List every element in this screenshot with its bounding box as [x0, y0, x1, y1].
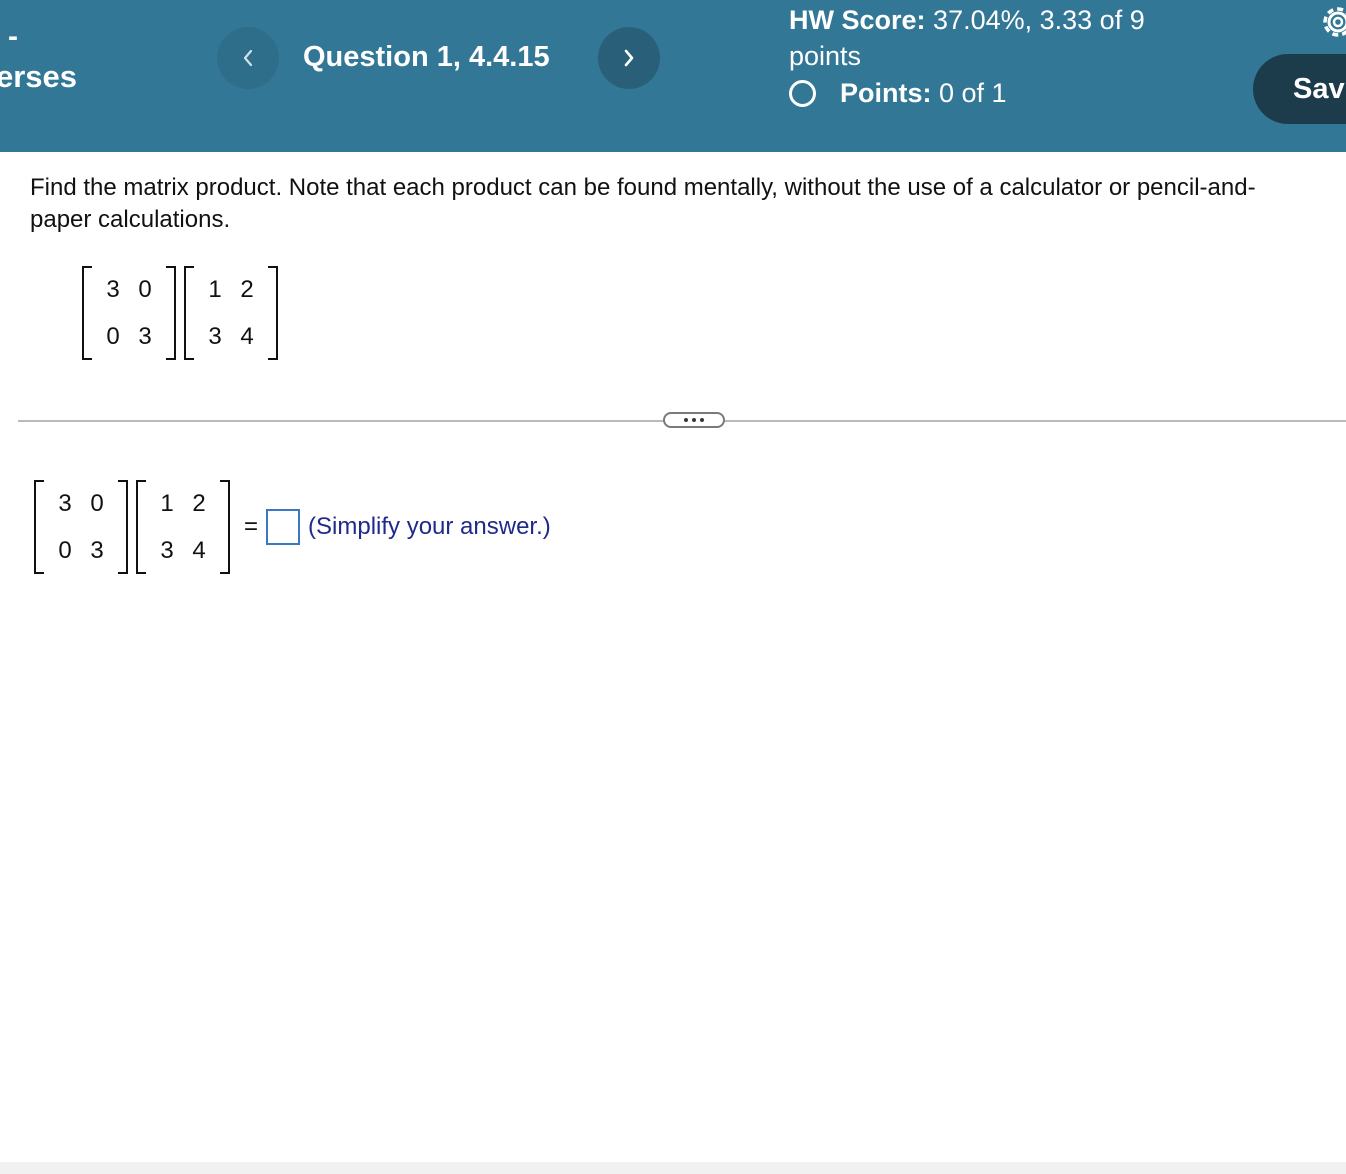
matrix-cell: 2 [240, 275, 254, 303]
matrix-cell: 3 [160, 536, 174, 564]
matrix-row: 3 4 [151, 527, 215, 574]
matrix-cell: 3 [138, 322, 152, 350]
answer-expression: 3 0 0 3 1 2 3 4 = (Simplify your answer.… [34, 480, 551, 574]
matrix-row: 0 3 [97, 313, 161, 360]
matrix-row: 3 4 [199, 313, 263, 360]
matrix-cell: 3 [208, 322, 222, 350]
matrix-cell: 3 [90, 536, 104, 564]
matrix-row: 1 2 [151, 480, 215, 527]
matrix-cell: 4 [240, 322, 254, 350]
question-points: Points: 0 of 1 [789, 75, 1007, 111]
next-question-button[interactable] [598, 27, 660, 89]
gear-icon[interactable] [1318, 2, 1346, 42]
header-bar: - erses Question 1, 4.4.15 HW Score: 37.… [0, 0, 1346, 152]
matrix-a: 3 0 0 3 [34, 480, 128, 574]
save-button[interactable]: Sav [1253, 54, 1346, 124]
matrix-cell: 0 [106, 322, 120, 350]
footer-bar [0, 1162, 1346, 1174]
matrix-a: 3 0 0 3 [82, 266, 176, 360]
dot [684, 418, 688, 422]
hw-score-unit: points [789, 41, 862, 71]
matrix-cell: 4 [192, 536, 206, 564]
matrix-cell: 0 [58, 536, 72, 564]
chevron-right-icon [624, 49, 634, 67]
circle-icon [789, 79, 816, 107]
question-expression: 3 0 0 3 1 2 3 4 [82, 266, 286, 360]
hw-score-label: HW Score: [789, 5, 926, 35]
matrix-row: 3 0 [49, 480, 113, 527]
matrix-cell: 1 [160, 489, 174, 517]
question-prompt: Find the matrix product. Note that each … [30, 174, 1256, 233]
dot [692, 418, 696, 422]
page: - erses Question 1, 4.4.15 HW Score: 37.… [0, 0, 1346, 1174]
matrix-cell: 2 [192, 489, 206, 517]
previous-question-button[interactable] [217, 27, 279, 89]
matrix-cell: 1 [208, 275, 222, 303]
answer-input[interactable] [266, 509, 301, 545]
matrix-row: 0 3 [49, 527, 113, 574]
matrix-cell: 3 [106, 275, 120, 303]
matrix-cell: 3 [58, 489, 72, 517]
dot [700, 418, 704, 422]
matrix-b: 1 2 3 4 [184, 266, 278, 360]
assignment-title: erses [0, 59, 78, 94]
points-label: Points: [840, 77, 932, 108]
matrix-row: 1 2 [199, 266, 263, 313]
question-label: Question 1, 4.4.15 [303, 41, 550, 73]
matrix-cell: 0 [138, 275, 152, 303]
equals-sign: = [244, 513, 259, 540]
matrix-row: 3 0 [97, 266, 161, 313]
header-dash: - [8, 20, 18, 53]
ellipsis-icon[interactable] [663, 412, 725, 428]
hw-score: HW Score: 37.04%, 3.33 of 9 points [789, 2, 1209, 74]
points-value: 0 of 1 [939, 77, 1007, 108]
hw-score-value: 37.04%, 3.33 of 9 [933, 5, 1145, 35]
matrix-cell: 0 [90, 489, 104, 517]
chevron-left-icon [243, 49, 253, 67]
simplify-hint: (Simplify your answer.) [308, 513, 551, 540]
matrix-b: 1 2 3 4 [136, 480, 230, 574]
